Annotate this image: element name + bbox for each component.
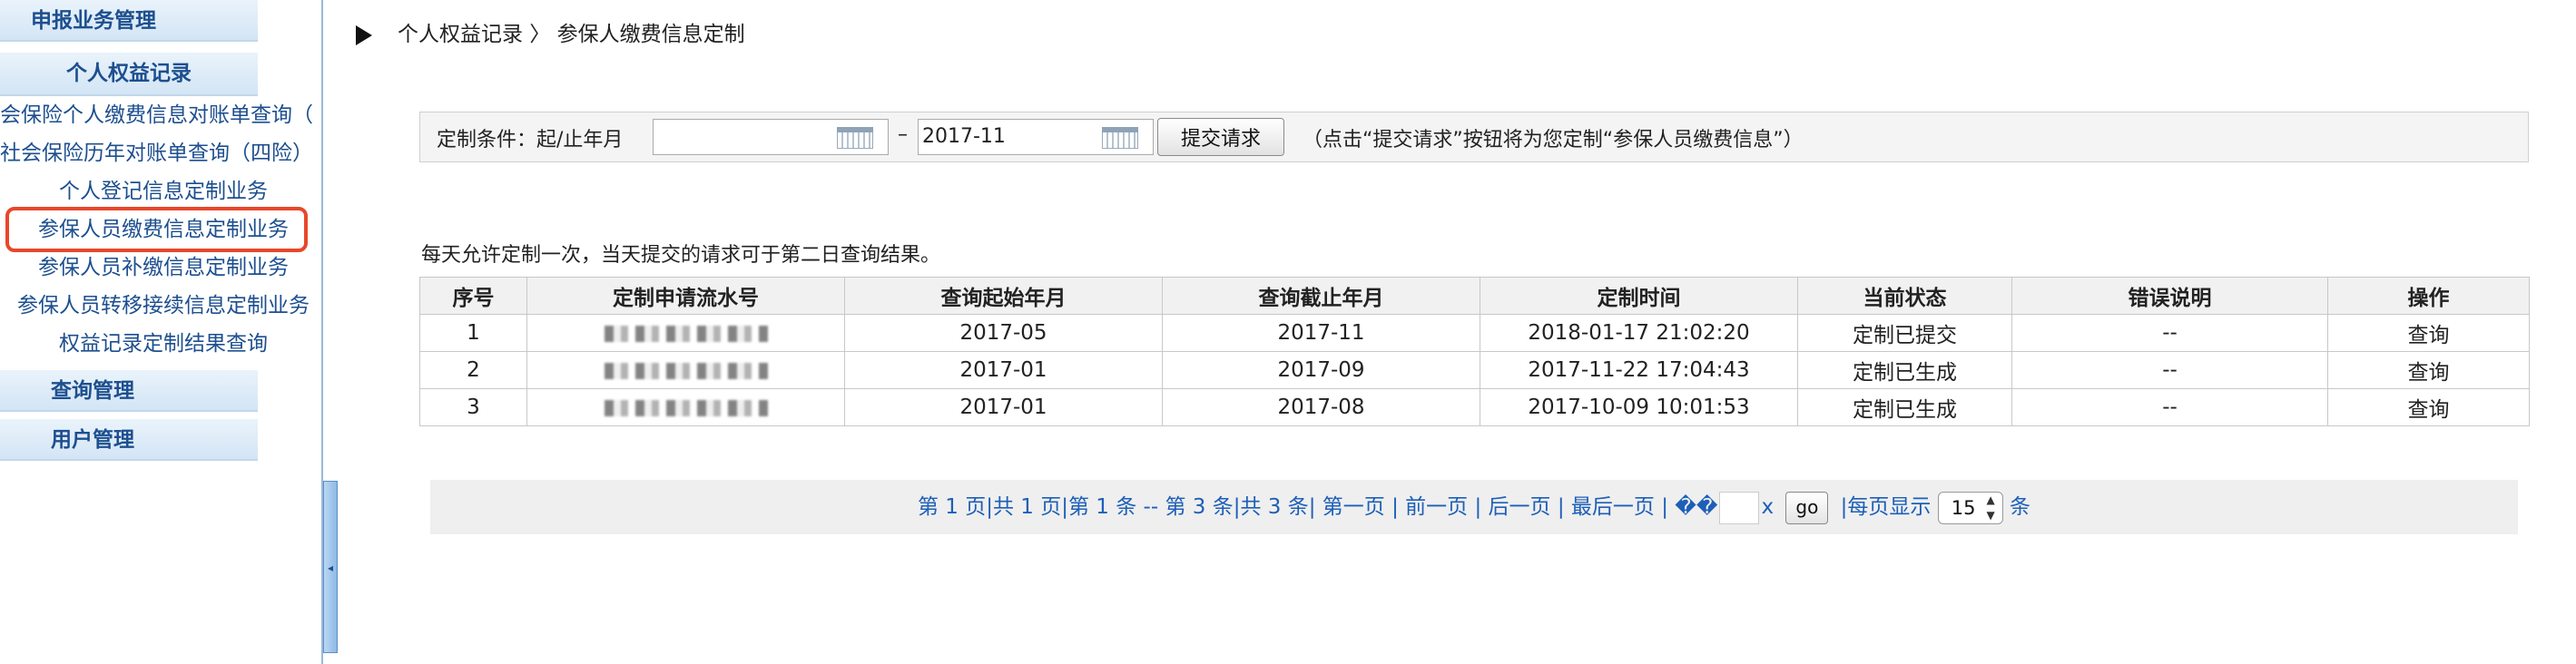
pagination-bar: 第 1 页|共 1 页|第 1 条 -- 第 3 条|共 3 条| 第一页 | … bbox=[430, 480, 2518, 534]
cell-start: 2017-05 bbox=[844, 314, 1163, 352]
cell-status: 定制已生成 bbox=[1797, 388, 2012, 426]
calendar-icon[interactable] bbox=[1102, 127, 1138, 149]
condition-bar: 定制条件：起/止年月 – 2017-11 提交请求 （点击“提交请求”按钮将为您… bbox=[419, 112, 2529, 162]
cell-end: 2017-11 bbox=[1162, 314, 1480, 352]
col-header-action: 操作 bbox=[2327, 277, 2530, 315]
col-header-status: 当前状态 bbox=[1797, 277, 2012, 315]
next-page-link[interactable]: 后一页 bbox=[1489, 495, 1551, 519]
submit-hint: （点击“提交请求”按钮将为您定制“参保人员缴费信息”） bbox=[1303, 129, 1804, 151]
table-row: 2 2017-01 2017-09 2017-11-22 17:04:43 定制… bbox=[419, 351, 2530, 389]
jump-suffix: x bbox=[1761, 495, 1775, 519]
sidebar-item-custom-result[interactable]: 权益记录定制结果查询 bbox=[0, 326, 327, 362]
breadcrumb-current: 参保人缴费信息定制 bbox=[556, 23, 745, 46]
custom-records-table: 序号 定制申请流水号 查询起始年月 查询截止年月 定制时间 当前状态 错误说明 … bbox=[419, 277, 2530, 426]
cell-status: 定制已提交 bbox=[1797, 314, 2012, 352]
cell-no: 2 bbox=[419, 351, 527, 389]
nav-section-rights[interactable]: 个人权益记录 bbox=[0, 53, 258, 96]
cell-action-query: 查询 bbox=[2327, 314, 2530, 352]
table-row: 3 2017-01 2017-08 2017-10-09 10:01:53 定制… bbox=[419, 388, 2530, 426]
breadcrumb-parent: 个人权益记录 bbox=[398, 23, 523, 46]
last-page-link[interactable]: 最后一页 bbox=[1571, 495, 1655, 519]
col-header-time: 定制时间 bbox=[1480, 277, 1798, 315]
cell-time: 2017-11-22 17:04:43 bbox=[1480, 351, 1798, 389]
jump-garbled-label: �� bbox=[1675, 495, 1718, 519]
nav-section-query[interactable]: 查询管理 bbox=[0, 370, 258, 412]
table-row: 1 2017-05 2017-11 2018-01-17 21:02:20 定制… bbox=[419, 314, 2530, 352]
calendar-icon[interactable] bbox=[837, 127, 873, 149]
cell-start: 2017-01 bbox=[844, 388, 1163, 426]
condition-label: 定制条件：起/止年月 bbox=[437, 129, 624, 151]
daily-limit-note: 每天允许定制一次，当天提交的请求可于第二日查询结果。 bbox=[421, 244, 941, 267]
cell-serial-redacted bbox=[526, 388, 845, 426]
cell-no: 1 bbox=[419, 314, 527, 352]
per-page-unit: 条 bbox=[2010, 495, 2031, 519]
col-header-start: 查询起始年月 bbox=[844, 277, 1163, 315]
cell-error: -- bbox=[2011, 351, 2328, 389]
cell-start: 2017-01 bbox=[844, 351, 1163, 389]
pager-separator: | bbox=[1474, 495, 1482, 519]
query-link[interactable]: 查询 bbox=[2327, 351, 2530, 389]
cell-end: 2017-09 bbox=[1162, 351, 1480, 389]
breadcrumb: 个人权益记录 〉 参保人缴费信息定制 bbox=[356, 18, 745, 51]
cell-error: -- bbox=[2011, 388, 2328, 426]
cell-time: 2017-10-09 10:01:53 bbox=[1480, 388, 1798, 426]
cell-serial-redacted bbox=[526, 314, 845, 352]
cell-error: -- bbox=[2011, 314, 2328, 352]
query-link[interactable]: 查询 bbox=[2327, 388, 2530, 426]
date-range-dash: – bbox=[898, 123, 908, 146]
col-header-error: 错误说明 bbox=[2011, 277, 2328, 315]
spinner-arrows-icon: ▲ ▼ bbox=[1986, 493, 1995, 522]
sidebar-item-registration-custom[interactable]: 个人登记信息定制业务 bbox=[0, 173, 327, 210]
cell-end: 2017-08 bbox=[1162, 388, 1480, 426]
col-header-no: 序号 bbox=[419, 277, 527, 315]
submit-request-button[interactable]: 提交请求 bbox=[1157, 118, 1284, 156]
sidebar-item-supplement-custom[interactable]: 参保人员补缴信息定制业务 bbox=[0, 249, 327, 286]
highlight-box bbox=[5, 207, 308, 252]
pager-separator: | bbox=[1661, 495, 1668, 519]
cell-time: 2018-01-17 21:02:20 bbox=[1480, 314, 1798, 352]
nav-section-declaration[interactable]: 申报业务管理 bbox=[0, 0, 258, 42]
end-month-input[interactable]: 2017-11 bbox=[918, 119, 1154, 155]
page-size-select[interactable]: 15 ▲ ▼ bbox=[1937, 491, 2003, 524]
col-header-serial: 定制申请流水号 bbox=[526, 277, 845, 315]
table-header-row: 序号 定制申请流水号 查询起始年月 查询截止年月 定制时间 当前状态 错误说明 … bbox=[419, 277, 2530, 315]
page-size-value: 15 bbox=[1951, 496, 1976, 519]
first-page-link[interactable]: 第一页 bbox=[1322, 495, 1385, 519]
end-month-value: 2017-11 bbox=[922, 125, 1006, 148]
redacted-serial bbox=[604, 325, 768, 342]
redacted-serial bbox=[604, 399, 768, 416]
sidebar-item-transfer-custom[interactable]: 参保人员转移接续信息定制业务 bbox=[0, 288, 327, 324]
redacted-serial bbox=[604, 362, 768, 379]
per-page-label: |每页显示 bbox=[1840, 495, 1932, 519]
sidebar: 申报业务管理 个人权益记录 会保险个人缴费信息对账单查询（ 社会保险历年对账单查… bbox=[0, 0, 327, 664]
sidebar-item-history-statement[interactable]: 社会保险历年对账单查询（四险） bbox=[0, 135, 327, 171]
start-month-input[interactable] bbox=[653, 119, 889, 155]
sidebar-item-payment-statement[interactable]: 会保险个人缴费信息对账单查询（ bbox=[0, 97, 327, 133]
page-jump-input[interactable] bbox=[1719, 491, 1760, 524]
prev-page-link[interactable]: 前一页 bbox=[1405, 495, 1468, 519]
cell-serial-redacted bbox=[526, 351, 845, 389]
col-header-end: 查询截止年月 bbox=[1162, 277, 1480, 315]
nav-section-user[interactable]: 用户管理 bbox=[0, 419, 258, 461]
play-arrow-icon bbox=[356, 24, 372, 45]
cell-status: 定制已生成 bbox=[1797, 351, 2012, 389]
page-info: 第 1 页|共 1 页|第 1 条 -- 第 3 条|共 3 条| bbox=[917, 495, 1316, 519]
collapse-handle-icon[interactable]: ◂ bbox=[323, 481, 338, 653]
pager-separator: | bbox=[1391, 495, 1399, 519]
go-button[interactable]: go bbox=[1785, 491, 1829, 524]
cell-no: 3 bbox=[419, 388, 527, 426]
breadcrumb-separator: 〉 bbox=[529, 23, 551, 46]
pager-separator: | bbox=[1557, 495, 1565, 519]
